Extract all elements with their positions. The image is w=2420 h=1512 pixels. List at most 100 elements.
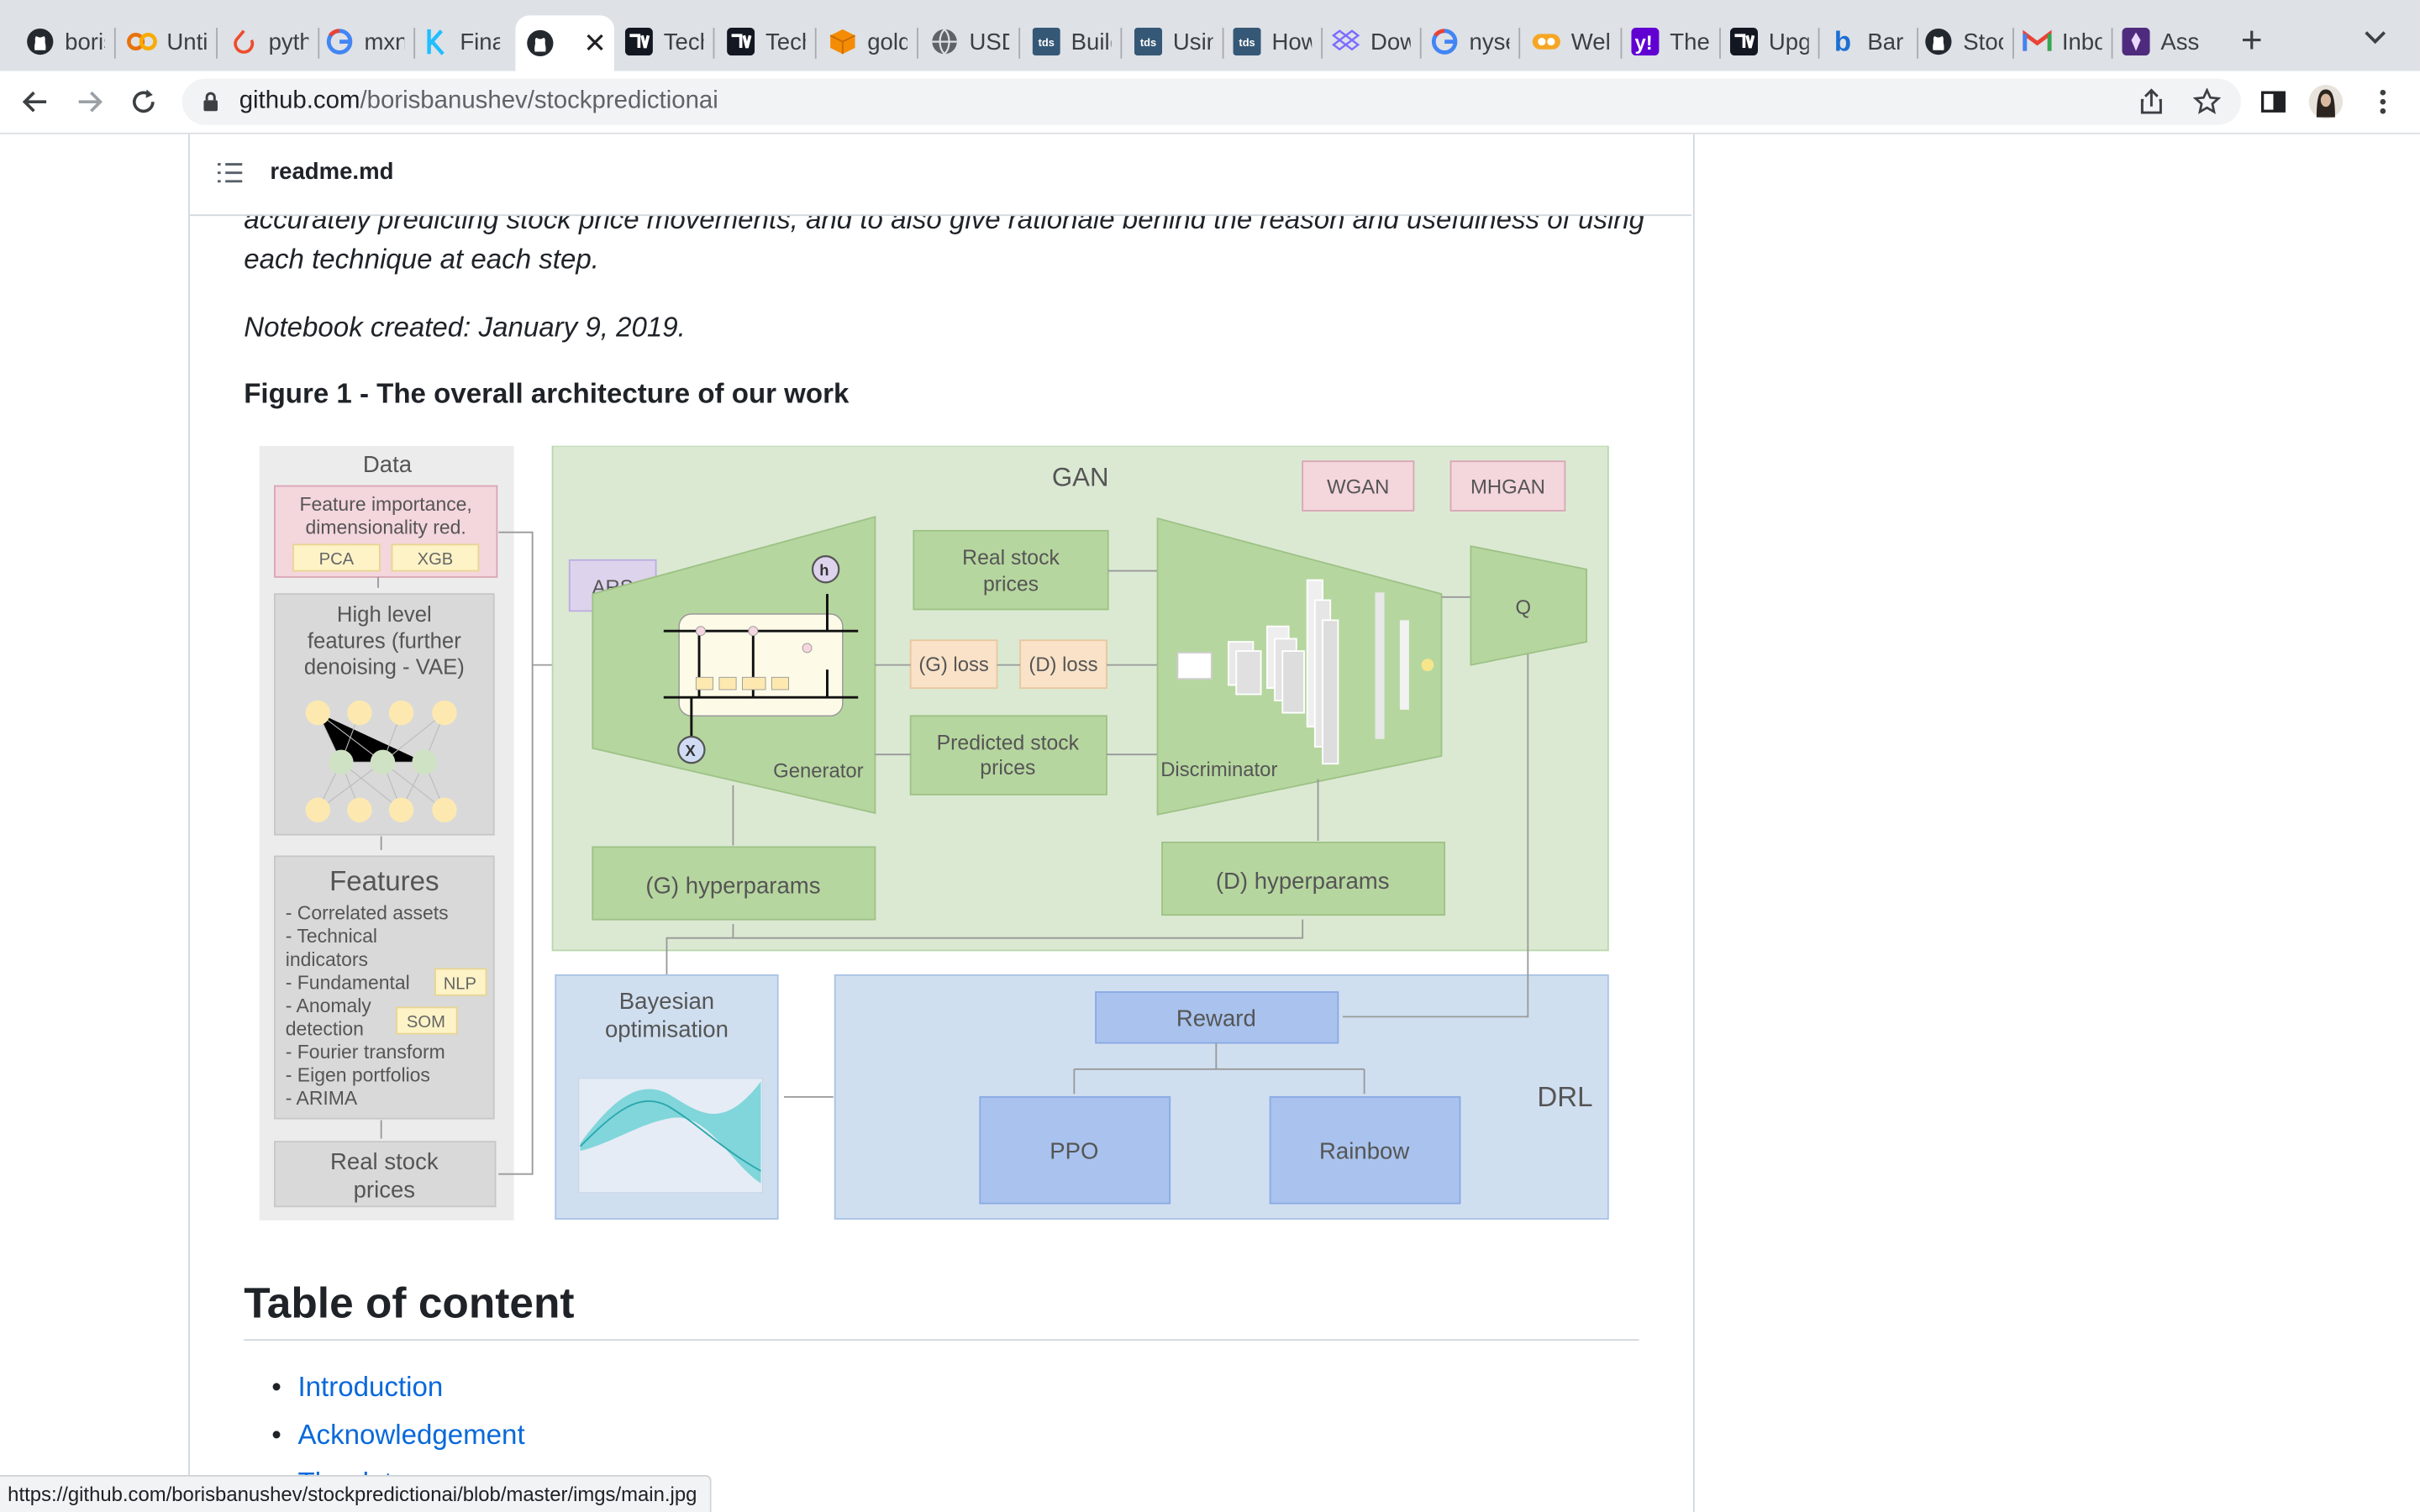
reward-label: Reward bbox=[1176, 1005, 1256, 1031]
tab-title: Inbox bbox=[2061, 28, 2102, 55]
tab-title: USD bbox=[969, 28, 1009, 55]
tab-separator bbox=[2111, 28, 2113, 59]
feature-item-5: - Anomaly bbox=[286, 995, 372, 1016]
tab-title: Building bbox=[1071, 28, 1112, 55]
tab-title: Welcome bbox=[1570, 28, 1612, 55]
tab-12[interactable]: tds Using bbox=[1133, 15, 1225, 67]
reload-icon bbox=[132, 89, 155, 113]
high-level-label-1: High level bbox=[337, 603, 432, 627]
tab-title: gold bbox=[867, 28, 908, 55]
side-panel-button[interactable] bbox=[2254, 83, 2294, 120]
url-path: /borisbanushev/stockpredictionai bbox=[360, 87, 718, 114]
lstm-output-label: h bbox=[819, 561, 829, 579]
tab-22[interactable]: Ass bbox=[2121, 15, 2213, 67]
tab-7[interactable]: Technical bbox=[623, 15, 716, 67]
tab-13[interactable]: tds How bbox=[1232, 15, 1324, 67]
svg-text:tds: tds bbox=[1140, 36, 1156, 49]
kaggle-icon bbox=[420, 26, 451, 57]
feature-item-4: - Fundamental bbox=[286, 971, 410, 993]
bookmark-star-icon[interactable] bbox=[2192, 87, 2222, 116]
dim-reduction-label: dimensionality red. bbox=[306, 516, 466, 538]
tab-separator bbox=[1120, 28, 1123, 59]
tab-title: borisbanushev/stockpredictionai bbox=[65, 28, 105, 55]
box-icon bbox=[827, 26, 858, 57]
address-bar[interactable]: github.com/borisbanushev/stockprediction… bbox=[182, 78, 2241, 125]
tab-title: nyse bbox=[1469, 28, 1510, 55]
new-tab-button[interactable]: + bbox=[2235, 21, 2269, 62]
readme-filename[interactable]: readme.md bbox=[270, 159, 393, 185]
tab-title: Finance bbox=[460, 28, 500, 55]
tab-10[interactable]: USD bbox=[929, 15, 1022, 67]
toc-divider bbox=[244, 1339, 1639, 1341]
share-icon[interactable] bbox=[2139, 88, 2164, 116]
tab-11[interactable]: tds Building bbox=[1031, 15, 1123, 67]
outline-list-icon[interactable] bbox=[217, 162, 243, 184]
profile-avatar[interactable] bbox=[2306, 83, 2346, 120]
high-level-label-3: denoising - VAE) bbox=[304, 656, 465, 680]
back-button[interactable] bbox=[15, 83, 55, 120]
tab-9[interactable]: gold bbox=[827, 15, 919, 67]
predicted-stock-prices-box bbox=[909, 715, 1107, 795]
tab-title: Technical bbox=[663, 28, 704, 55]
tab-21[interactable]: Inbox bbox=[2022, 15, 2114, 67]
high-level-label-2: features (further bbox=[308, 629, 461, 653]
tab-title: Ass bbox=[2160, 28, 2200, 55]
tab-14[interactable]: Download bbox=[1330, 15, 1423, 67]
purple-icon bbox=[2121, 26, 2152, 57]
tab-3[interactable]: python bbox=[229, 15, 321, 67]
tab-20[interactable]: Stock bbox=[1923, 15, 2016, 67]
svg-text:tds: tds bbox=[1039, 36, 1055, 49]
close-tab-icon[interactable]: ✕ bbox=[583, 27, 607, 60]
forward-button[interactable] bbox=[70, 83, 110, 120]
tab-title: Download bbox=[1370, 28, 1411, 55]
browser-window: borisbanushev/stockpredictionai Untitled p… bbox=[0, 0, 2420, 1512]
page-content: accurately predicting stock price moveme… bbox=[0, 134, 2420, 1512]
reload-button[interactable] bbox=[124, 83, 164, 120]
b-icon: b bbox=[1828, 26, 1859, 57]
svg-text:y!: y! bbox=[1634, 32, 1652, 55]
tab-separator bbox=[216, 28, 218, 59]
feature-item-9: - ARIMA bbox=[286, 1087, 358, 1109]
tab-19[interactable]: b Bar bbox=[1828, 15, 1920, 67]
mhgan-label: MHGAN bbox=[1470, 476, 1545, 499]
tab-16[interactable]: Welcome bbox=[1531, 15, 1623, 67]
data-title: Data bbox=[363, 451, 413, 477]
drl-title: DRL bbox=[1537, 1082, 1592, 1113]
rainbow-label: Rainbow bbox=[1319, 1137, 1409, 1163]
tab-1[interactable]: borisbanushev/stockpredictionai bbox=[24, 15, 117, 67]
gaussian-process-plot bbox=[578, 1078, 763, 1194]
tab-15[interactable]: nyse bbox=[1429, 15, 1522, 67]
tab-separator bbox=[113, 28, 116, 59]
colab-icon bbox=[127, 26, 158, 57]
som-label: SOM bbox=[407, 1013, 445, 1032]
url-text: github.com/borisbanushev/stockprediction… bbox=[239, 88, 718, 116]
tab-title: Upgrade bbox=[1768, 28, 1809, 55]
tab-2[interactable]: Untitled bbox=[127, 15, 219, 67]
toc-link-acknowledgement[interactable]: Acknowledgement bbox=[297, 1420, 524, 1452]
tab-6[interactable]: ✕ bbox=[515, 15, 615, 71]
link-preview-status: https://github.com/borisbanushev/stockpr… bbox=[0, 1474, 711, 1512]
toc-link-introduction[interactable]: Introduction bbox=[297, 1372, 443, 1404]
tab-17[interactable]: y! The bbox=[1630, 15, 1723, 67]
d-loss-label: (D) loss bbox=[1028, 654, 1097, 676]
architecture-diagram[interactable]: Data Feature importance, dimensionality … bbox=[259, 445, 1612, 1222]
tab-separator bbox=[1818, 28, 1820, 59]
tab-separator bbox=[1018, 28, 1021, 59]
lock-icon bbox=[203, 92, 218, 112]
back-arrow-icon bbox=[22, 91, 47, 113]
readme-header: readme.md bbox=[189, 134, 1692, 217]
lstm-input-label: X bbox=[685, 742, 696, 759]
tab-18[interactable]: Upgrade bbox=[1728, 15, 1821, 67]
tab-5[interactable]: Finance bbox=[420, 15, 513, 67]
toc-bullet-1: • bbox=[271, 1371, 281, 1403]
forward-arrow-icon bbox=[78, 91, 103, 113]
globe-icon bbox=[929, 26, 960, 57]
feature-item-2: - Technical bbox=[286, 925, 377, 947]
tab-4[interactable]: mxnet bbox=[324, 15, 417, 67]
gan-title: GAN bbox=[1052, 463, 1109, 492]
browser-menu-button[interactable] bbox=[2363, 83, 2403, 120]
tab-search-button[interactable] bbox=[2365, 24, 2386, 49]
tab-strip: borisbanushev/stockpredictionai Untitled p… bbox=[0, 0, 2420, 71]
tab-8[interactable]: Technical bbox=[725, 15, 818, 67]
toc-heading: Table of content bbox=[244, 1278, 575, 1327]
